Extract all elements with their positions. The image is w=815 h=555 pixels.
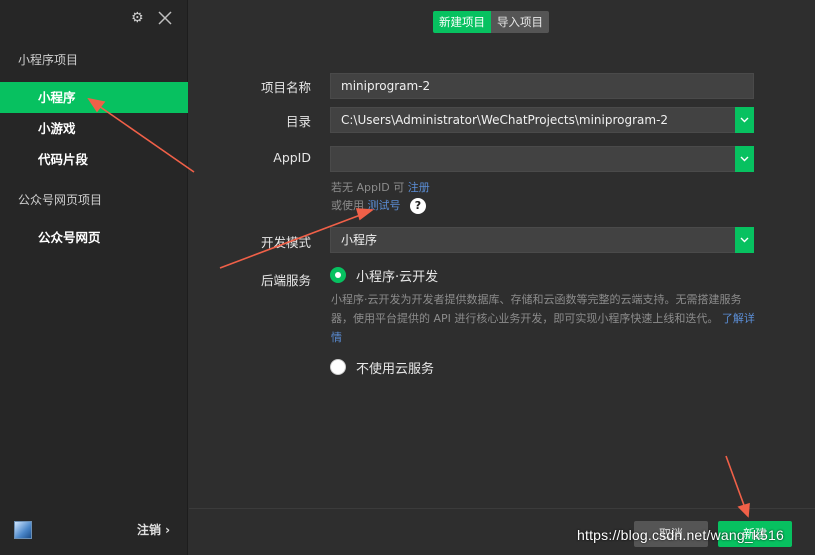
sidebar: ⚙ 小程序项目 小程序 小游戏 代码片段 公众号网页项目 公众号网页 注销 › [0,0,188,555]
sidebar-item-code-snippet[interactable]: 代码片段 [0,144,188,175]
logout-button[interactable]: 注销 › [137,521,170,538]
directory-dropdown-button[interactable] [735,107,754,133]
radio-no-cloud-label: 不使用云服务 [356,361,435,377]
watermark-text: https://blog.csdn.net/wang_k516 [577,527,785,543]
radio-unchecked-icon[interactable] [330,359,346,375]
close-icon[interactable] [156,9,174,27]
radio-cloud-dev-label: 小程序·云开发 [356,269,439,285]
directory-label: 目录 [285,114,311,129]
test-account-link[interactable]: 测试号 [368,199,401,212]
section-title-official-account: 公众号网页项目 [18,193,103,207]
radio-checked-icon[interactable] [330,267,346,283]
appid-label: AppID [273,150,311,165]
gear-icon[interactable]: ⚙ [131,11,145,25]
sidebar-header: ⚙ [0,0,187,40]
tab-new-project[interactable]: 新建项目 [433,11,491,33]
directory-value: C:\Users\Administrator\WeChatProjects\mi… [341,113,669,127]
appid-hint-test: 或使用 测试号 ? [331,197,426,214]
section-title-miniprogram: 小程序项目 [18,53,79,67]
sidebar-item-official-account-web[interactable]: 公众号网页 [0,222,188,253]
register-link[interactable]: 注册 [408,181,430,194]
cloud-dev-description: 小程序·云开发为开发者提供数据库、存储和云函数等完整的云端支持。无需搭建服务器，… [331,293,755,344]
dev-mode-select[interactable]: 小程序 [330,227,754,253]
avatar[interactable] [14,521,32,539]
project-tabs: 新建项目 导入项目 [433,11,549,33]
project-name-label: 项目名称 [260,80,311,95]
radio-cloud-dev[interactable]: 小程序·云开发 [330,266,439,285]
dev-mode-label: 开发模式 [260,235,311,250]
radio-no-cloud[interactable]: 不使用云服务 [330,358,435,377]
project-name-input[interactable]: miniprogram-2 [330,73,754,99]
chevron-down-icon [740,156,749,162]
dev-mode-value: 小程序 [341,233,378,247]
appid-dropdown-button[interactable] [735,146,754,172]
main-panel: 新建项目 导入项目 项目名称 miniprogram-2 目录 C:\Users… [189,0,815,555]
help-icon[interactable]: ? [410,198,426,214]
dev-mode-dropdown-button[interactable] [735,227,754,253]
appid-hint-register: 若无 AppID 可 注册 [331,181,430,194]
chevron-down-icon [740,237,749,243]
backend-label: 后端服务 [260,273,311,288]
chevron-down-icon [740,117,749,123]
appid-select[interactable] [330,146,754,172]
sidebar-item-miniprogram[interactable]: 小程序 [0,82,188,113]
tab-import-project[interactable]: 导入项目 [491,11,549,33]
directory-select[interactable]: C:\Users\Administrator\WeChatProjects\mi… [330,107,754,133]
sidebar-item-minigame[interactable]: 小游戏 [0,113,188,144]
